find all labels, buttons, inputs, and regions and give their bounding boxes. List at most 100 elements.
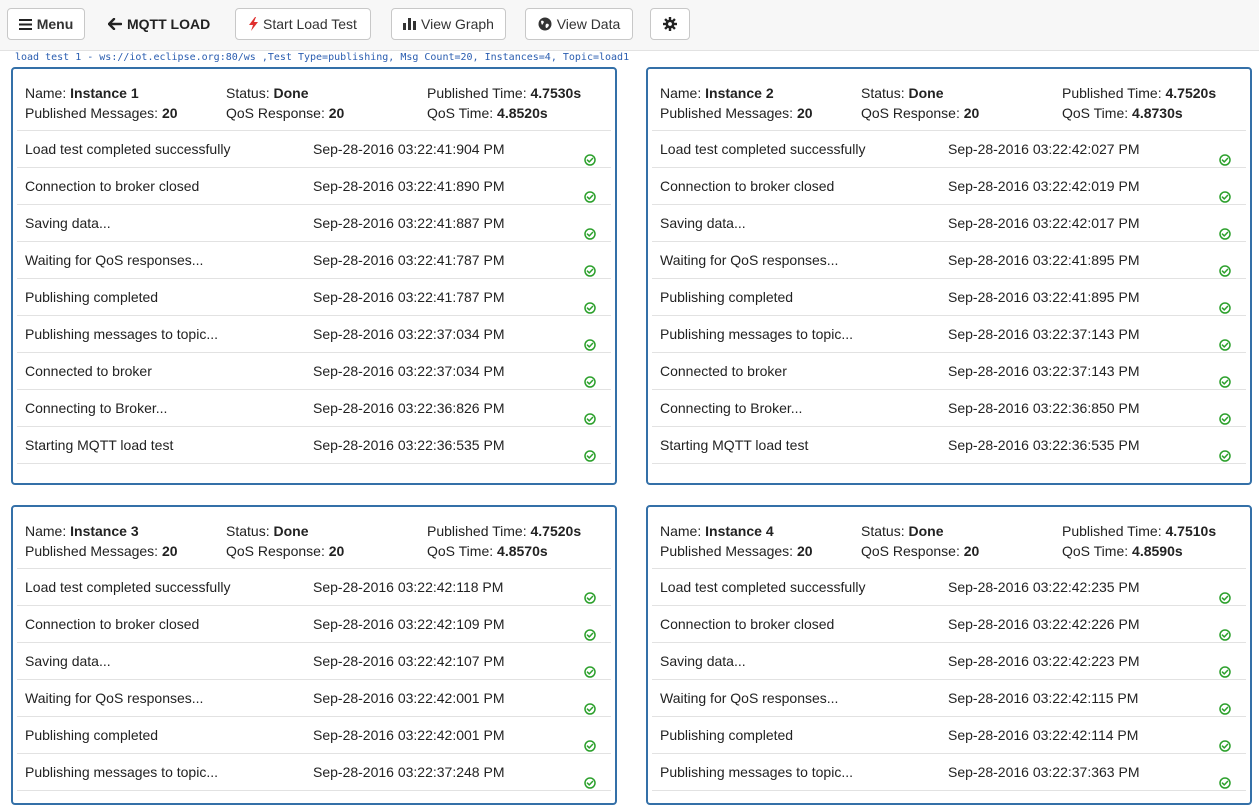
event-log: Load test completed successfully Sep-28-2… bbox=[17, 130, 611, 464]
event-timestamp: Sep-28-2016 03:22:37:363 PM bbox=[948, 764, 1140, 780]
event-timestamp: Sep-28-2016 03:22:36:826 PM bbox=[313, 400, 505, 416]
test-info-line: load test 1 - ws://iot.eclipse.org:80/ws… bbox=[15, 52, 630, 63]
menu-label: Menu bbox=[36, 16, 74, 32]
instance-status-value: Done bbox=[908, 85, 944, 101]
event-message: Load test completed successfully bbox=[660, 579, 866, 595]
check-circle-icon bbox=[584, 180, 596, 203]
published-time-field: Published Time: 4.7520s bbox=[427, 521, 581, 541]
instance-status-field: Status: Done bbox=[861, 521, 943, 541]
event-log: Load test completed successfully Sep-28-2… bbox=[17, 568, 611, 791]
event-timestamp: Sep-28-2016 03:22:42:019 PM bbox=[948, 178, 1140, 194]
event-message: Starting MQTT load test bbox=[25, 437, 174, 453]
qos-time-field: QoS Time: 4.8730s bbox=[1062, 103, 1183, 123]
published-time-label: Published Time: bbox=[1062, 523, 1162, 539]
event-message: Connection to broker closed bbox=[25, 178, 200, 194]
event-message: Connected to broker bbox=[660, 363, 787, 379]
instance-status-label: Status: bbox=[226, 523, 270, 539]
qos-time-label: QoS Time: bbox=[427, 543, 494, 559]
lightning-icon bbox=[249, 17, 259, 31]
instance-summary: Name: Instance 2 Status: Done Published Ti… bbox=[660, 83, 1238, 123]
qos-response-value: 20 bbox=[328, 105, 345, 121]
event-row: Publishing completed Sep-28-2016 03:22:41… bbox=[652, 279, 1246, 316]
event-timestamp: Sep-28-2016 03:22:41:887 PM bbox=[313, 215, 505, 231]
published-time-label: Published Time: bbox=[427, 85, 527, 101]
published-messages-label: Published Messages: bbox=[25, 543, 159, 559]
qos-time-label: QoS Time: bbox=[427, 105, 494, 121]
event-message: Publishing messages to topic... bbox=[25, 326, 218, 342]
start-load-test-label: Start Load Test bbox=[263, 16, 357, 32]
event-timestamp: Sep-28-2016 03:22:42:118 PM bbox=[313, 579, 504, 595]
instance-status-value: Done bbox=[908, 523, 944, 539]
published-messages-value: 20 bbox=[796, 543, 813, 559]
event-row: Connection to broker closed Sep-28-2016 0… bbox=[17, 606, 611, 643]
check-circle-icon bbox=[1219, 618, 1231, 641]
settings-button[interactable] bbox=[650, 8, 690, 40]
event-timestamp: Sep-28-2016 03:22:42:001 PM bbox=[313, 727, 505, 743]
event-message: Connection to broker closed bbox=[660, 178, 835, 194]
check-circle-icon bbox=[584, 328, 596, 351]
event-message: Saving data... bbox=[660, 215, 746, 231]
view-graph-button[interactable]: View Graph bbox=[391, 8, 506, 40]
check-circle-icon bbox=[584, 766, 596, 789]
qos-response-field: QoS Response: 20 bbox=[226, 541, 344, 561]
event-row: Starting MQTT load test Sep-28-2016 03:22… bbox=[652, 427, 1246, 464]
qos-time-value: 4.8570s bbox=[497, 543, 548, 559]
event-timestamp: Sep-28-2016 03:22:42:027 PM bbox=[948, 141, 1140, 157]
event-timestamp: Sep-28-2016 03:22:41:904 PM bbox=[313, 141, 505, 157]
hamburger-icon bbox=[18, 18, 32, 30]
check-circle-icon bbox=[584, 439, 596, 462]
check-circle-icon bbox=[1219, 254, 1231, 277]
event-row: Load test completed successfully Sep-28-2… bbox=[17, 569, 611, 606]
event-row: Saving data... Sep-28-2016 03:22:42:017 P… bbox=[652, 205, 1246, 242]
event-timestamp: Sep-28-2016 03:22:41:895 PM bbox=[948, 252, 1140, 268]
event-message: Publishing completed bbox=[660, 727, 794, 743]
published-time-label: Published Time: bbox=[1062, 85, 1162, 101]
view-data-button[interactable]: View Data bbox=[525, 8, 633, 40]
published-messages-value: 20 bbox=[796, 105, 813, 121]
qos-time-label: QoS Time: bbox=[1062, 105, 1129, 121]
event-message: Connection to broker closed bbox=[660, 616, 835, 632]
qos-time-value: 4.8520s bbox=[497, 105, 548, 121]
event-message: Saving data... bbox=[25, 653, 111, 669]
event-message: Waiting for QoS responses... bbox=[660, 252, 839, 268]
event-row: Publishing messages to topic... Sep-28-20… bbox=[17, 754, 611, 791]
event-row: Waiting for QoS responses... Sep-28-2016 … bbox=[17, 680, 611, 717]
check-circle-icon bbox=[1219, 655, 1231, 678]
check-circle-icon bbox=[584, 143, 596, 166]
check-circle-icon bbox=[584, 729, 596, 752]
event-timestamp: Sep-28-2016 03:22:42:223 PM bbox=[948, 653, 1140, 669]
event-row: Publishing completed Sep-28-2016 03:22:42… bbox=[652, 717, 1246, 754]
event-message: Waiting for QoS responses... bbox=[25, 252, 204, 268]
qos-response-label: QoS Response: bbox=[226, 105, 325, 121]
event-row: Connection to broker closed Sep-28-2016 0… bbox=[17, 168, 611, 205]
check-circle-icon bbox=[1219, 766, 1231, 789]
event-message: Load test completed successfully bbox=[25, 141, 231, 157]
event-timestamp: Sep-28-2016 03:22:42:115 PM bbox=[948, 690, 1139, 706]
event-log: Load test completed successfully Sep-28-2… bbox=[652, 130, 1246, 464]
event-timestamp: Sep-28-2016 03:22:37:248 PM bbox=[313, 764, 505, 780]
published-time-value: 4.7530s bbox=[530, 85, 582, 101]
check-circle-icon bbox=[584, 291, 596, 314]
check-circle-icon bbox=[584, 402, 596, 425]
event-message: Publishing completed bbox=[660, 289, 794, 305]
menu-button[interactable]: Menu bbox=[7, 8, 85, 40]
event-timestamp: Sep-28-2016 03:22:37:034 PM bbox=[313, 363, 505, 379]
published-messages-field: Published Messages: 20 bbox=[660, 541, 813, 561]
instance-panel-2: Name: Instance 2 Status: Done Published Ti… bbox=[646, 67, 1252, 485]
qos-time-field: QoS Time: 4.8520s bbox=[427, 103, 548, 123]
event-message: Load test completed successfully bbox=[660, 141, 866, 157]
event-timestamp: Sep-28-2016 03:22:42:107 PM bbox=[313, 653, 505, 669]
event-row: Connected to broker Sep-28-2016 03:22:37:… bbox=[652, 353, 1246, 390]
globe-icon bbox=[538, 17, 552, 31]
qos-response-field: QoS Response: 20 bbox=[861, 541, 979, 561]
qos-response-label: QoS Response: bbox=[861, 543, 960, 559]
start-load-test-button[interactable]: Start Load Test bbox=[235, 8, 371, 40]
event-timestamp: Sep-28-2016 03:22:37:034 PM bbox=[313, 326, 505, 342]
published-messages-label: Published Messages: bbox=[660, 543, 794, 559]
event-timestamp: Sep-28-2016 03:22:36:850 PM bbox=[948, 400, 1140, 416]
event-timestamp: Sep-28-2016 03:22:41:787 PM bbox=[313, 289, 505, 305]
published-time-value: 4.7520s bbox=[1165, 85, 1217, 101]
check-circle-icon bbox=[1219, 217, 1231, 240]
check-circle-icon bbox=[584, 365, 596, 388]
back-to-mqtt-load-link[interactable]: MQTT LOAD bbox=[108, 8, 210, 40]
